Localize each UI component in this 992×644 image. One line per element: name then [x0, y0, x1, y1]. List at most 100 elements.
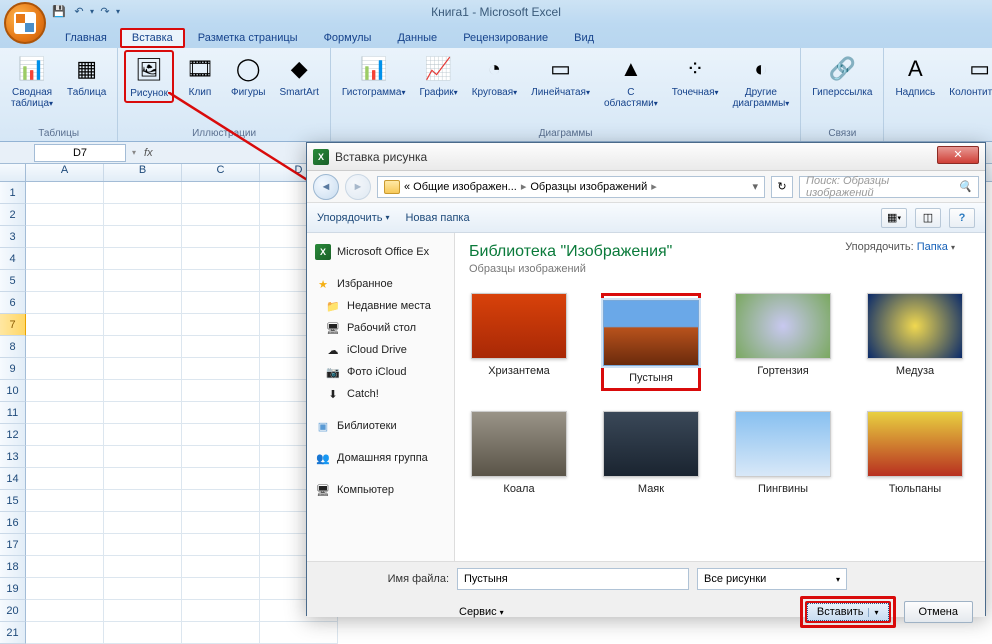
file-filter-dropdown[interactable]: Все рисунки▾ — [697, 568, 847, 590]
ribbon-tab[interactable]: Вид — [561, 27, 607, 48]
cell[interactable] — [26, 292, 104, 314]
refresh-button[interactable]: ↻ — [771, 176, 793, 198]
ribbon-tab[interactable]: Рецензирование — [450, 27, 561, 48]
ribbon-item-гиперссылка[interactable]: 🔗Гиперссылка — [807, 50, 877, 101]
thumbnail-Пустыня[interactable]: Пустыня — [601, 293, 701, 391]
cell[interactable] — [26, 402, 104, 424]
row-header[interactable]: 19 — [0, 578, 26, 600]
sidebar-libraries[interactable]: ▣Библиотеки — [311, 415, 450, 437]
row-header[interactable]: 10 — [0, 380, 26, 402]
row-header[interactable]: 21 — [0, 622, 26, 644]
view-button[interactable]: ▦ ▾ — [881, 208, 907, 228]
ribbon-item-колонтитулы[interactable]: ▭Колонтитулы — [944, 50, 992, 101]
cell[interactable] — [104, 380, 182, 402]
thumbnail-Медуза[interactable]: Медуза — [865, 293, 965, 391]
row-header[interactable]: 20 — [0, 600, 26, 622]
sidebar-homegroup[interactable]: 👥Домашняя группа — [311, 447, 450, 469]
cell[interactable] — [182, 578, 260, 600]
name-box[interactable]: D7 — [34, 144, 126, 162]
cell[interactable] — [104, 226, 182, 248]
cell[interactable] — [26, 314, 104, 336]
select-all-corner[interactable] — [0, 164, 26, 181]
cell[interactable] — [26, 556, 104, 578]
row-header[interactable]: 13 — [0, 446, 26, 468]
preview-pane-button[interactable]: ◫ — [915, 208, 941, 228]
cell[interactable] — [26, 600, 104, 622]
cell[interactable] — [26, 270, 104, 292]
row-header[interactable]: 9 — [0, 358, 26, 380]
ribbon-item-надпись[interactable]: AНадпись — [890, 50, 940, 101]
cell[interactable] — [26, 380, 104, 402]
sidebar-item[interactable]: 📁Недавние места — [311, 295, 450, 317]
sidebar-item[interactable]: ⬇Catch! — [311, 383, 450, 405]
cell[interactable] — [104, 600, 182, 622]
cancel-button[interactable]: Отмена — [904, 601, 973, 623]
fx-icon[interactable]: fx — [144, 147, 153, 159]
row-header[interactable]: 17 — [0, 534, 26, 556]
row-header[interactable]: 3 — [0, 226, 26, 248]
cell[interactable] — [182, 490, 260, 512]
cell[interactable] — [182, 512, 260, 534]
sidebar-favorites-header[interactable]: ★Избранное — [311, 273, 450, 295]
ribbon-item-другие-диаграммы[interactable]: ◐Другиедиаграммы — [728, 50, 795, 112]
close-button[interactable]: ✕ — [937, 146, 979, 164]
cell[interactable] — [26, 534, 104, 556]
cell[interactable] — [104, 402, 182, 424]
row-header[interactable]: 2 — [0, 204, 26, 226]
cell[interactable] — [182, 358, 260, 380]
ribbon-tab[interactable]: Разметка страницы — [185, 27, 311, 48]
ribbon-tab[interactable]: Главная — [52, 27, 120, 48]
new-folder-button[interactable]: Новая папка — [405, 212, 469, 224]
thumbnail-Хризантема[interactable]: Хризантема — [469, 293, 569, 391]
cell[interactable] — [182, 248, 260, 270]
ribbon-item-таблица[interactable]: ▦Таблица — [62, 50, 111, 101]
ribbon-tab[interactable]: Вставка — [120, 28, 185, 48]
row-header[interactable]: 12 — [0, 424, 26, 446]
cell[interactable] — [104, 292, 182, 314]
ribbon-item-фигуры[interactable]: ◯Фигуры — [226, 50, 270, 101]
cell[interactable] — [182, 556, 260, 578]
cell[interactable] — [26, 248, 104, 270]
cell[interactable] — [104, 468, 182, 490]
dialog-titlebar[interactable]: X Вставка рисунка ✕ — [307, 143, 985, 171]
save-icon[interactable]: 💾 — [50, 2, 68, 20]
sidebar-item[interactable]: 📷Фото iCloud — [311, 361, 450, 383]
thumbnail-Пингвины[interactable]: Пингвины — [733, 411, 833, 495]
row-header[interactable]: 7 — [0, 314, 26, 336]
cell[interactable] — [26, 336, 104, 358]
back-button[interactable]: ◄ — [313, 174, 339, 200]
cell[interactable] — [104, 182, 182, 204]
cell[interactable] — [104, 424, 182, 446]
cell[interactable] — [182, 424, 260, 446]
ribbon-tab[interactable]: Формулы — [311, 27, 385, 48]
cell[interactable] — [182, 204, 260, 226]
help-button[interactable]: ? — [949, 208, 975, 228]
chevron-down-icon[interactable]: ▾ — [752, 180, 758, 193]
cell[interactable] — [182, 446, 260, 468]
organize-button[interactable]: Упорядочить ▾ — [317, 212, 389, 224]
cell[interactable] — [182, 314, 260, 336]
cell[interactable] — [104, 534, 182, 556]
filename-input[interactable] — [457, 568, 689, 590]
ribbon-item-smartart[interactable]: ◆SmartArt — [274, 50, 323, 101]
cell[interactable] — [26, 622, 104, 644]
breadcrumb-item[interactable]: « Общие изображен... — [404, 181, 517, 193]
row-header[interactable]: 14 — [0, 468, 26, 490]
cell[interactable] — [104, 622, 182, 644]
cell[interactable] — [104, 556, 182, 578]
ribbon-item-сводная-таблица[interactable]: 📊Своднаятаблица — [6, 50, 58, 112]
sidebar-item-office[interactable]: XMicrosoft Office Ex — [311, 241, 450, 263]
cell[interactable] — [104, 512, 182, 534]
sidebar-computer[interactable]: 🖥Компьютер — [311, 479, 450, 501]
thumbnail-Коала[interactable]: Коала — [469, 411, 569, 495]
row-header[interactable]: 4 — [0, 248, 26, 270]
cell[interactable] — [104, 446, 182, 468]
ribbon-item-круговая[interactable]: ◔Круговая — [467, 50, 522, 101]
forward-button[interactable]: ► — [345, 174, 371, 200]
office-button[interactable] — [4, 2, 46, 44]
cell[interactable] — [182, 402, 260, 424]
ribbon-item-точечная[interactable]: ⁘Точечная — [667, 50, 724, 101]
row-header[interactable]: 18 — [0, 556, 26, 578]
cell[interactable] — [182, 468, 260, 490]
row-header[interactable]: 16 — [0, 512, 26, 534]
